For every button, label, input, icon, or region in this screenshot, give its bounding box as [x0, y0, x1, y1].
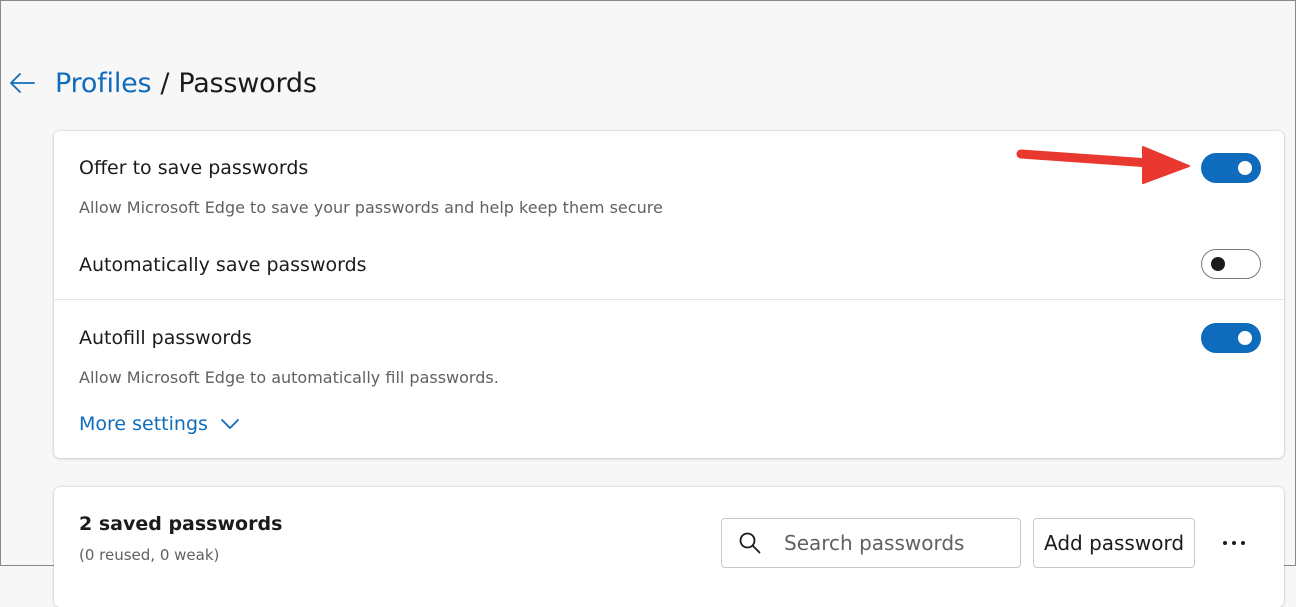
more-options-button[interactable] [1214, 523, 1254, 563]
breadcrumb-separator: / [160, 67, 170, 99]
breadcrumb-profiles-link[interactable]: Profiles [55, 68, 152, 99]
saved-passwords-card: 2 saved passwords (0 reused, 0 weak) Add… [54, 487, 1284, 607]
offer-save-description: Allow Microsoft Edge to save your passwo… [79, 198, 663, 217]
back-button[interactable] [7, 68, 37, 98]
auto-save-toggle[interactable] [1201, 249, 1261, 279]
saved-passwords-count: 2 saved passwords [79, 513, 283, 535]
page-header: Profiles / Passwords [7, 61, 317, 105]
autofill-toggle[interactable] [1201, 323, 1261, 353]
search-passwords-input[interactable] [782, 530, 1006, 556]
arrow-left-icon [10, 73, 35, 93]
section-divider [54, 299, 1284, 300]
more-settings-button[interactable]: More settings [79, 413, 240, 435]
red-arrow-annotation [1016, 146, 1190, 184]
autofill-title: Autofill passwords [79, 327, 252, 349]
more-settings-label: More settings [79, 413, 208, 435]
more-horizontal-icon [1221, 541, 1248, 545]
toggle-knob [1238, 331, 1252, 345]
add-password-button[interactable]: Add password [1033, 518, 1195, 568]
auto-save-title: Automatically save passwords [79, 254, 367, 276]
autofill-description: Allow Microsoft Edge to automatically fi… [79, 368, 499, 387]
search-passwords-box[interactable] [721, 518, 1021, 568]
search-icon [738, 531, 762, 555]
offer-save-title: Offer to save passwords [79, 157, 309, 179]
chevron-down-icon [220, 418, 240, 430]
offer-save-toggle[interactable] [1201, 153, 1261, 183]
saved-passwords-summary: (0 reused, 0 weak) [79, 546, 220, 564]
toggle-knob [1238, 161, 1252, 175]
breadcrumb: Profiles / Passwords [55, 68, 317, 99]
page-title: Passwords [178, 67, 317, 99]
toggle-knob [1211, 257, 1225, 271]
